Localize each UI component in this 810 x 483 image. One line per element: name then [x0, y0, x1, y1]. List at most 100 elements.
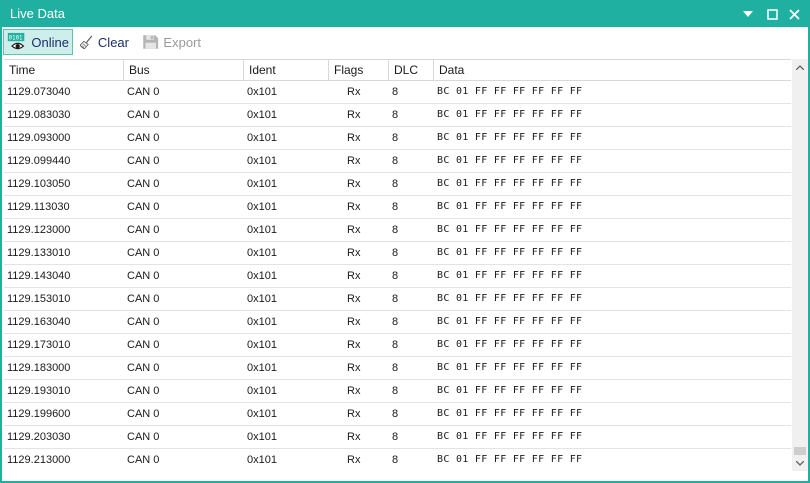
time-cell: 1129.193010 [7, 385, 71, 397]
bus-cell: CAN 0 [127, 362, 160, 374]
table-row[interactable]: 1129.133010 CAN 0 0x101 Rx 8 BC 01 FF FF FF F… [4, 242, 791, 265]
chevron-down-icon [796, 460, 804, 466]
online-label: Online [31, 34, 69, 50]
ident-cell: 0x101 [247, 339, 277, 351]
export-button[interactable]: Export [138, 29, 204, 55]
table-row[interactable]: 1129.193010 CAN 0 0x101 Rx 8 BC 01 FF FF FF F… [4, 380, 791, 403]
flags-cell: Rx [347, 454, 361, 466]
dlc-cell: 8 [392, 86, 399, 98]
scroll-up-button[interactable] [792, 59, 808, 75]
data-cell: BC 01 FF FF FF FF FF FF [437, 155, 583, 166]
clear-label: Clear [97, 34, 129, 50]
bottom-strip [4, 471, 808, 481]
flags-cell: Rx [347, 362, 361, 374]
table-row[interactable]: 1129.153010 CAN 0 0x101 Rx 8 BC 01 FF FF FF F… [4, 288, 791, 311]
ident-cell: 0x101 [247, 408, 277, 420]
column-header-time[interactable]: Time [4, 60, 124, 81]
export-label: Export [163, 34, 201, 50]
column-header-bus[interactable]: Bus [124, 60, 244, 81]
dlc-cell: 8 [392, 431, 399, 443]
data-cell: BC 01 FF FF FF FF FF FF [437, 454, 583, 465]
table-row[interactable]: 1129.213000 CAN 0 0x101 Rx 8 BC 01 FF FF FF F… [4, 449, 791, 471]
table-body: 1129.073040 CAN 0 0x101 Rx 8 BC 01 FF FF FF F… [4, 81, 791, 471]
column-header-dlc[interactable]: DLC [389, 60, 434, 81]
table-row[interactable]: 1129.099440 CAN 0 0x101 Rx 8 BC 01 FF FF FF F… [4, 150, 791, 173]
ident-cell: 0x101 [247, 270, 277, 282]
table-row[interactable]: 1129.123000 CAN 0 0x101 Rx 8 BC 01 FF FF FF F… [4, 219, 791, 242]
column-header-ident[interactable]: Ident [244, 60, 329, 81]
flags-cell: Rx [347, 201, 361, 213]
ident-cell: 0x101 [247, 431, 277, 443]
table-row[interactable]: 1129.103050 CAN 0 0x101 Rx 8 BC 01 FF FF FF F… [4, 173, 791, 196]
table-row[interactable]: 1129.083030 CAN 0 0x101 Rx 8 BC 01 FF FF FF F… [4, 104, 791, 127]
scroll-down-button[interactable] [792, 455, 808, 471]
window-menu-button[interactable] [740, 6, 756, 22]
ident-cell: 0x101 [247, 224, 277, 236]
ident-cell: 0x101 [247, 109, 277, 121]
table-row[interactable]: 1129.143040 CAN 0 0x101 Rx 8 BC 01 FF FF FF F… [4, 265, 791, 288]
table-row[interactable]: 1129.073040 CAN 0 0x101 Rx 8 BC 01 FF FF FF F… [4, 81, 791, 104]
ident-cell: 0x101 [247, 178, 277, 190]
dlc-cell: 8 [392, 293, 399, 305]
ident-cell: 0x101 [247, 155, 277, 167]
scroll-thumb[interactable] [794, 447, 806, 455]
flags-cell: Rx [347, 293, 361, 305]
dlc-cell: 8 [392, 132, 399, 144]
clear-button[interactable]: Clear [76, 29, 132, 55]
column-header-data[interactable]: Data [434, 60, 791, 81]
eye-icon: 0101 [7, 32, 25, 50]
dlc-cell: 8 [392, 247, 399, 259]
table-row[interactable]: 1129.203030 CAN 0 0x101 Rx 8 BC 01 FF FF FF F… [4, 426, 791, 449]
column-header-flags[interactable]: Flags [329, 60, 389, 81]
bus-cell: CAN 0 [127, 293, 160, 305]
time-cell: 1129.099440 [7, 155, 71, 167]
time-cell: 1129.143040 [7, 270, 71, 282]
chevron-down-icon [743, 11, 753, 17]
bus-cell: CAN 0 [127, 385, 160, 397]
data-cell: BC 01 FF FF FF FF FF FF [437, 201, 583, 212]
time-cell: 1129.093000 [7, 132, 71, 144]
vertical-scrollbar[interactable] [792, 59, 808, 471]
table-row[interactable]: 1129.093000 CAN 0 0x101 Rx 8 BC 01 FF FF FF F… [4, 127, 791, 150]
maximize-button[interactable] [764, 6, 780, 22]
flags-cell: Rx [347, 385, 361, 397]
bus-cell: CAN 0 [127, 339, 160, 351]
table-row[interactable]: 1129.183000 CAN 0 0x101 Rx 8 BC 01 FF FF FF F… [4, 357, 791, 380]
table-row[interactable]: 1129.163040 CAN 0 0x101 Rx 8 BC 01 FF FF FF F… [4, 311, 791, 334]
flags-cell: Rx [347, 86, 361, 98]
close-button[interactable] [786, 6, 802, 22]
bus-cell: CAN 0 [127, 178, 160, 190]
data-cell: BC 01 FF FF FF FF FF FF [437, 178, 583, 189]
bus-cell: CAN 0 [127, 201, 160, 213]
bus-cell: CAN 0 [127, 132, 160, 144]
dlc-cell: 8 [392, 339, 399, 351]
flags-cell: Rx [347, 109, 361, 121]
flags-cell: Rx [347, 132, 361, 144]
bus-cell: CAN 0 [127, 86, 160, 98]
maximize-icon [766, 8, 778, 20]
time-cell: 1129.203030 [7, 431, 71, 443]
online-button[interactable]: 0101 Online [3, 29, 73, 55]
data-cell: BC 01 FF FF FF FF FF FF [437, 293, 583, 304]
ident-cell: 0x101 [247, 293, 277, 305]
title-bar: Live Data [2, 2, 808, 27]
dlc-cell: 8 [392, 408, 399, 420]
dlc-cell: 8 [392, 178, 399, 190]
time-cell: 1129.153010 [7, 293, 71, 305]
bus-cell: CAN 0 [127, 454, 160, 466]
close-icon [788, 8, 800, 20]
chevron-up-icon [796, 64, 804, 70]
bus-cell: CAN 0 [127, 109, 160, 121]
time-cell: 1129.103050 [7, 178, 71, 190]
time-cell: 1129.183000 [7, 362, 71, 374]
table-row[interactable]: 1129.199600 CAN 0 0x101 Rx 8 BC 01 FF FF FF F… [4, 403, 791, 426]
dlc-cell: 8 [392, 362, 399, 374]
table-row[interactable]: 1129.113030 CAN 0 0x101 Rx 8 BC 01 FF FF FF F… [4, 196, 791, 219]
table-row[interactable]: 1129.173010 CAN 0 0x101 Rx 8 BC 01 FF FF FF F… [4, 334, 791, 357]
dlc-cell: 8 [392, 109, 399, 121]
table-header: Time Bus Ident Flags DLC Data [4, 59, 791, 81]
dlc-cell: 8 [392, 201, 399, 213]
ident-cell: 0x101 [247, 454, 277, 466]
flags-cell: Rx [347, 224, 361, 236]
flags-cell: Rx [347, 339, 361, 351]
